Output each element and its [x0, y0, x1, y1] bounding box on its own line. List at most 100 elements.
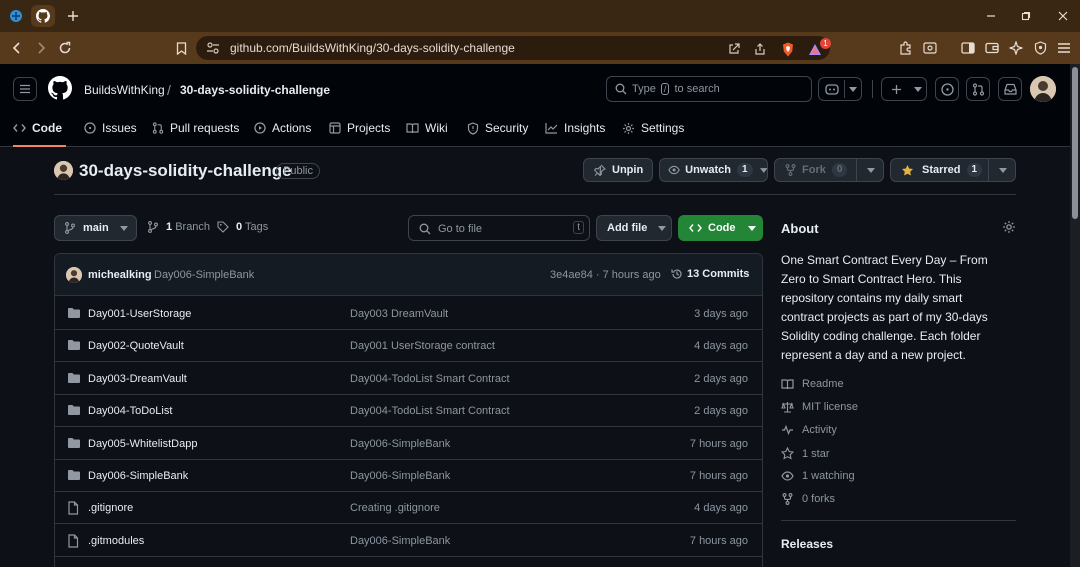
go-to-file-input[interactable]: Go to file t [408, 215, 590, 241]
stars-link[interactable]: 1 star [781, 447, 830, 460]
site-settings-icon[interactable] [206, 41, 220, 55]
tab-pull-requests[interactable]: Pull requests [152, 120, 239, 147]
add-file-button[interactable]: Add file [596, 215, 672, 241]
gear-icon [1003, 221, 1015, 233]
file-commit-message[interactable]: Day006-SimpleBank [350, 535, 450, 547]
page-scrollbar-thumb[interactable] [1072, 67, 1078, 219]
breadcrumb-owner[interactable]: BuildsWithKing [84, 83, 165, 97]
file-name[interactable]: Day005-WhitelistDapp [88, 438, 197, 450]
arrow-left-icon [12, 42, 20, 54]
commit-author-avatar[interactable] [66, 267, 82, 283]
github-logo[interactable] [48, 76, 72, 100]
code-button[interactable]: Code [678, 215, 763, 241]
wallet-icon[interactable] [984, 40, 1000, 56]
pull-requests-button[interactable] [966, 77, 990, 101]
bookmark-button[interactable] [170, 37, 192, 59]
branches-link[interactable]: 1 Branch [148, 221, 210, 233]
copilot-button[interactable] [818, 77, 862, 101]
file-row[interactable]: Day005-WhitelistDapp Day006-SimpleBank 7 h… [55, 427, 762, 460]
file-name[interactable]: Day006-SimpleBank [88, 470, 188, 482]
browser-menu-icon[interactable] [1056, 40, 1072, 56]
commit-author[interactable]: michealking [88, 269, 152, 281]
issues-button[interactable] [935, 77, 959, 101]
maximize-button[interactable] [1016, 6, 1036, 26]
file-row[interactable]: Day001-UserStorage Day003 DreamVault 3 day… [55, 297, 762, 330]
file-name[interactable]: .gitmodules [88, 535, 144, 547]
share-icon[interactable] [752, 41, 768, 57]
media-icon[interactable] [922, 40, 938, 56]
commit-hash-time[interactable]: 3e4ae84 · 7 hours ago [550, 269, 661, 281]
releases-heading[interactable]: Releases [781, 537, 833, 551]
header-divider [872, 80, 873, 98]
file-commit-message[interactable]: Day003 DreamVault [350, 308, 448, 320]
file-name[interactable]: Day002-QuoteVault [88, 340, 184, 352]
leo-ai-icon[interactable] [1008, 40, 1024, 56]
file-name[interactable]: Day004-ToDoList [88, 405, 172, 417]
file-commit-message[interactable]: Day006-SimpleBank [350, 470, 450, 482]
sidebar-toggle-icon[interactable] [960, 40, 976, 56]
extensions-icon[interactable] [898, 40, 914, 56]
tab-settings[interactable]: Settings [622, 120, 684, 147]
forks-link[interactable]: 0 forks [781, 493, 835, 505]
tab-security[interactable]: Security [467, 120, 528, 147]
file-name[interactable]: .gitignore [88, 502, 133, 514]
repo-title[interactable]: 30-days-solidity-challenge [79, 161, 292, 181]
browser-tab[interactable] [4, 5, 28, 27]
file-commit-message[interactable]: Day004-TodoList Smart Contract [350, 405, 510, 417]
tab-projects[interactable]: Projects [329, 120, 390, 147]
commits-link[interactable]: 13 Commits [671, 268, 749, 280]
tab-code[interactable]: Code [13, 120, 66, 147]
file-row[interactable]: Day003-DreamVault Day004-TodoList Smart C… [55, 362, 762, 395]
url-text[interactable]: github.com/BuildsWithKing/30-days-solidi… [230, 41, 515, 55]
reload-button[interactable] [54, 37, 76, 59]
user-avatar[interactable] [1030, 76, 1056, 102]
tab-insights[interactable]: Insights [545, 120, 605, 147]
brave-shield-icon[interactable] [780, 41, 796, 57]
license-link[interactable]: MIT license [781, 401, 858, 413]
search-input[interactable]: Type / to search [606, 76, 812, 102]
new-tab-button[interactable] [62, 5, 84, 27]
watchers-link[interactable]: 1 watching [781, 470, 855, 482]
starred-button[interactable]: Starred 1 [890, 158, 1016, 182]
activity-link[interactable]: Activity [781, 424, 837, 436]
global-menu-button[interactable] [13, 77, 37, 101]
minimize-button[interactable] [981, 6, 1001, 26]
unwatch-button[interactable]: Unwatch 1 [659, 158, 768, 182]
back-button[interactable] [6, 37, 28, 59]
file-name[interactable]: Day001-UserStorage [88, 308, 191, 320]
latest-commit-bar: michealking Day006-SimpleBank 3e4ae84 · … [55, 254, 762, 296]
file-row[interactable]: Day004-ToDoList Day004-TodoList Smart Con… [55, 394, 762, 428]
file-commit-message[interactable]: Day004-TodoList Smart Contract [350, 373, 510, 385]
tab-actions[interactable]: Actions [254, 120, 311, 147]
browser-tab-github[interactable] [31, 5, 55, 27]
unpin-button[interactable]: Unpin [583, 158, 653, 182]
about-heading: About [781, 221, 819, 236]
repo-owner-avatar[interactable] [54, 161, 73, 180]
tags-link[interactable]: 0 Tags [217, 221, 268, 233]
open-external-icon[interactable] [726, 41, 742, 57]
file-row[interactable]: .gitmodules Day006-SimpleBank 7 hours ago [55, 524, 762, 557]
forward-button[interactable] [30, 37, 52, 59]
address-bar[interactable]: github.com/BuildsWithKing/30-days-solidi… [196, 36, 830, 60]
file-name[interactable]: Day003-DreamVault [88, 373, 187, 385]
edit-about-button[interactable] [1002, 220, 1016, 234]
fork-button[interactable]: Fork 0 [774, 158, 884, 182]
create-new-button[interactable] [881, 77, 927, 101]
breadcrumb-repo[interactable]: 30-days-solidity-challenge [180, 83, 330, 97]
hamburger-icon [20, 84, 30, 94]
inbox-button[interactable] [998, 77, 1022, 101]
branch-select-button[interactable]: main [54, 215, 137, 241]
commit-message[interactable]: Day006-SimpleBank [154, 269, 254, 281]
file-row[interactable]: Day006-SimpleBank Day006-SimpleBank 7 hour… [55, 459, 762, 492]
tab-wiki[interactable]: Wiki [406, 120, 448, 147]
file-commit-message[interactable]: Day001 UserStorage contract [350, 340, 495, 352]
file-commit-message[interactable]: Day006-SimpleBank [350, 438, 450, 450]
file-row[interactable]: Day002-QuoteVault Day001 UserStorage cont… [55, 329, 762, 363]
file-row[interactable]: .gitignore Creating .gitignore 4 days ago [55, 491, 762, 525]
readme-link[interactable]: Readme [781, 378, 844, 390]
tab-issues[interactable]: Issues [84, 120, 137, 147]
folder-icon [67, 404, 81, 416]
vpn-icon[interactable] [1032, 40, 1048, 56]
file-commit-message[interactable]: Creating .gitignore [350, 502, 440, 514]
close-window-button[interactable] [1053, 6, 1073, 26]
